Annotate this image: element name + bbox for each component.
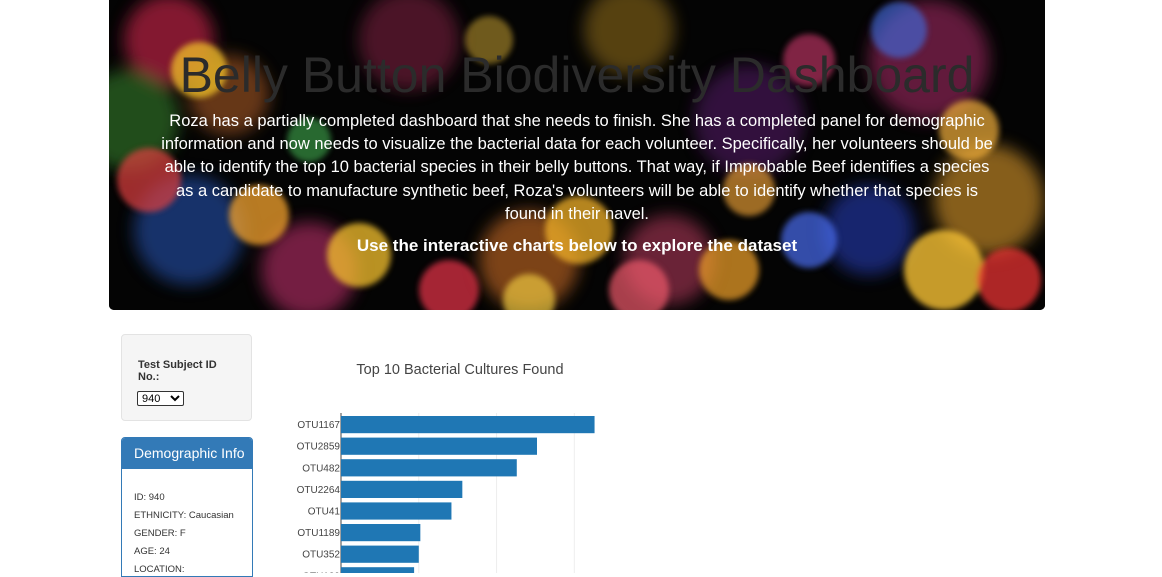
page-title: Belly Button Biodiversity Dashboard	[179, 47, 975, 103]
demographic-age: AGE: 24	[134, 546, 170, 557]
chart-title: Top 10 Bacterial Cultures Found	[356, 362, 563, 378]
demographic-gender: GENDER: F	[134, 528, 186, 539]
chart-y-tick-label: OTU1189	[297, 528, 340, 539]
chart-y-tick-label: OTU2264	[297, 485, 341, 496]
chart-bar-otu482[interactable]	[341, 459, 517, 477]
chart-bar-otu1167[interactable]	[341, 416, 595, 434]
chart-bar-otu1189[interactable]	[341, 524, 421, 542]
chart-y-tick-label: OTU2859	[297, 442, 341, 453]
chart-bars	[341, 416, 595, 573]
demographic-location: LOCATION:	[134, 564, 185, 575]
header-banner: Belly Button Biodiversity Dashboard Roza…	[109, 0, 1045, 310]
chart-bar-otu41[interactable]	[341, 502, 452, 520]
chart-bar-otu189[interactable]	[341, 567, 415, 573]
demographic-ethnicity: ETHNICITY: Caucasian	[134, 510, 234, 521]
demographic-info-heading: Demographic Info	[122, 438, 252, 469]
demographic-info-panel: Demographic Info ID: 940 ETHNICITY: Cauc…	[121, 437, 253, 577]
subject-selector-label: Test Subject ID No.:	[138, 359, 217, 383]
page-instruction: Use the interactive charts below to expl…	[356, 236, 798, 255]
demographic-info-body: ID: 940 ETHNICITY: Caucasian GENDER: F A…	[122, 469, 252, 576]
chart-bar-otu2264[interactable]	[341, 480, 463, 498]
subject-id-dropdown[interactable]: 940	[137, 391, 184, 406]
subject-selector-panel: Test Subject ID No.: 940	[121, 334, 252, 421]
bar-chart: Top 10 Bacterial Cultures Found OTU1167O…	[297, 362, 595, 573]
chart-y-tick-label: OTU482	[302, 463, 340, 474]
chart-y-tick-label: OTU41	[308, 507, 341, 518]
chart-y-labels: OTU1167 OTU2859 OTU482 OTU2264 OTU41 OTU1189 O…	[297, 420, 341, 573]
page-description: Roza has a partially completed dashboard…	[161, 112, 993, 223]
chart-y-tick-label: OTU352	[302, 550, 340, 561]
demographic-id: ID: 940	[134, 492, 165, 503]
chart-bar-otu2859[interactable]	[341, 437, 537, 455]
chart-bar-otu352[interactable]	[341, 545, 419, 563]
chart-y-tick-label: OTU1167	[297, 420, 340, 431]
